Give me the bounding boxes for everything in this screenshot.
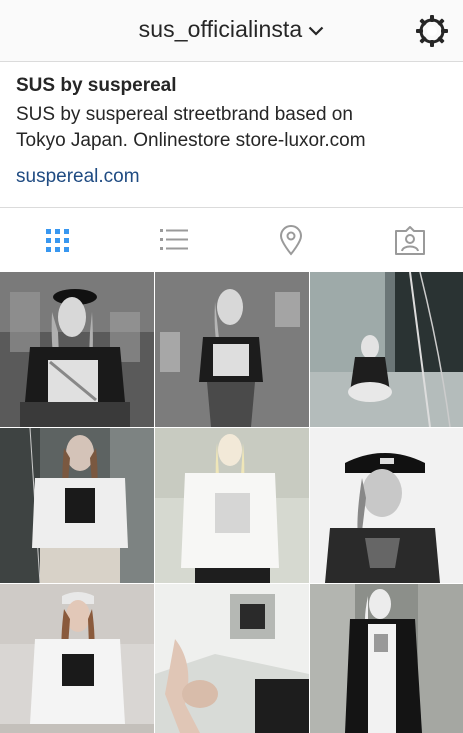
grid-icon[interactable] (40, 223, 74, 257)
photo-thumbnail[interactable] (310, 584, 463, 733)
website-link[interactable]: suspereal.com (16, 164, 456, 190)
photo-grid (0, 272, 463, 733)
location-pin-icon[interactable] (274, 223, 308, 257)
username[interactable]: sus_officialinsta (139, 16, 303, 42)
list-icon[interactable] (157, 223, 191, 257)
gear-icon[interactable] (415, 14, 449, 48)
tagged-person-icon[interactable] (393, 223, 427, 257)
chevron-down-icon[interactable] (308, 15, 324, 42)
photo-thumbnail[interactable] (0, 272, 154, 427)
bio-line-2: Tokyo Japan. Onlinestore store-luxor.com (16, 130, 366, 151)
photo-thumbnail[interactable] (310, 428, 463, 583)
profile-tabs (0, 207, 463, 271)
bio-line-1: SUS by suspereal streetbrand based on (16, 104, 353, 125)
top-bar: sus_officialinsta (0, 0, 463, 62)
photo-thumbnail[interactable] (0, 584, 154, 733)
photo-thumbnail[interactable] (155, 584, 309, 733)
photo-thumbnail[interactable] (155, 428, 309, 583)
profile-name: SUS by suspereal (16, 75, 177, 96)
account-switcher[interactable]: sus_officialinsta (0, 16, 463, 43)
bio-text: SUS by suspereal streetbrand based on To… (16, 102, 456, 154)
photo-thumbnail[interactable] (310, 272, 463, 427)
photo-thumbnail[interactable] (155, 272, 309, 427)
profile-bio: SUS by suspereal SUS by suspereal street… (16, 72, 456, 190)
photo-thumbnail[interactable] (0, 428, 154, 583)
